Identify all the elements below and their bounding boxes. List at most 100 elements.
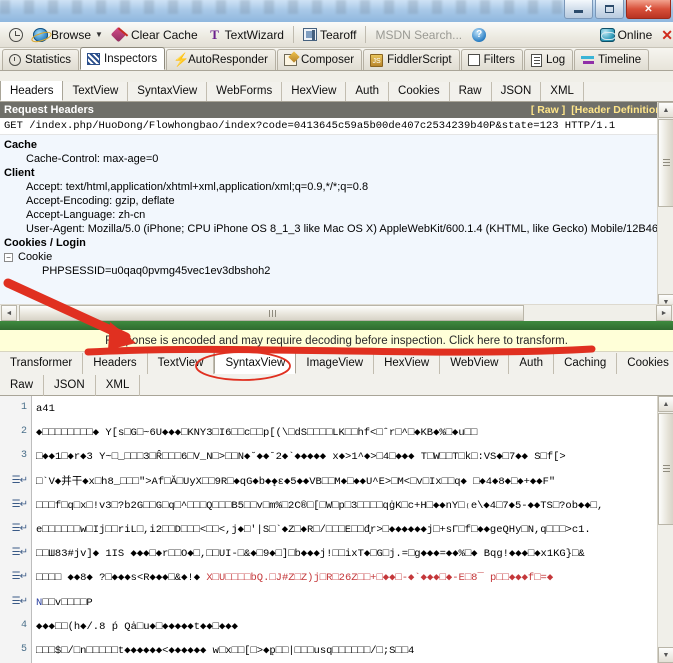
request-tab-auth[interactable]: Auth xyxy=(346,82,389,101)
tab-composer[interactable]: Composer xyxy=(277,49,362,70)
header-group-client: Client xyxy=(2,166,673,180)
panel-splitter[interactable] xyxy=(0,321,673,330)
close-button[interactable]: ✕ xyxy=(626,0,671,19)
tab-log[interactable]: Log xyxy=(524,49,573,70)
tab-fiddlerscript[interactable]: JS FiddlerScript xyxy=(363,49,460,70)
maximize-button[interactable] xyxy=(595,0,624,19)
inspectors-icon xyxy=(87,53,100,65)
composer-icon xyxy=(284,54,297,66)
syntax-view-code[interactable]: a41 ◆□□□□□□□□◆ Y[s□G□~6U◆◆◆□KNY3□I6□□c□□p… xyxy=(33,396,656,663)
scroll-thumb[interactable] xyxy=(658,119,673,207)
response-tab-hexview[interactable]: HexView xyxy=(374,353,440,374)
text-wizard-icon: T xyxy=(208,28,222,42)
syntax-view-line: ◆□□□□□□□□◆ Y[s□G□~6U◆◆◆□KNY3□I6□□c□□p[(\… xyxy=(33,421,656,445)
response-tab-raw[interactable]: Raw xyxy=(0,375,44,396)
request-tab-textview[interactable]: TextView xyxy=(63,82,128,101)
toolbar-stopwatch-button[interactable] xyxy=(4,24,28,46)
scroll-left-arrow-icon[interactable]: ◄ xyxy=(1,305,17,321)
scroll-right-arrow-icon[interactable]: ► xyxy=(656,305,672,321)
tab-inspectors-label: Inspectors xyxy=(104,53,157,65)
gutter-line-number: 5 xyxy=(0,638,31,662)
tab-inspectors[interactable]: Inspectors xyxy=(80,47,165,70)
request-tab-raw[interactable]: Raw xyxy=(450,82,492,101)
gutter-wrap-marker: ☰↵ xyxy=(0,493,31,517)
syntax-view-gutter: 123☰↵☰↵☰↵☰↵☰↵☰↵4567☰↵☰↵89 xyxy=(0,396,32,663)
decode-notice-bar[interactable]: Response is encoded and may require deco… xyxy=(0,330,673,352)
response-tab-headers[interactable]: Headers xyxy=(83,353,147,374)
toolbar-browse-button[interactable]: Browse ▼ xyxy=(28,24,108,46)
minimize-button[interactable] xyxy=(564,0,593,19)
toolbar-tearoff-label: Tearoff xyxy=(320,28,356,42)
request-tab-hexview[interactable]: HexView xyxy=(282,82,346,101)
tab-timeline[interactable]: Timeline xyxy=(574,49,649,70)
toolbar-tearoff-button[interactable]: Tearoff xyxy=(298,24,361,46)
syntax-scroll-down-arrow-icon[interactable]: ▼ xyxy=(658,647,673,663)
request-tab-xml[interactable]: XML xyxy=(541,82,584,101)
syntax-scroll-up-arrow-icon[interactable]: ▲ xyxy=(658,396,673,412)
tab-filters-label: Filters xyxy=(484,54,515,66)
toolbar-online-button[interactable]: Online xyxy=(595,24,658,46)
header-accept-language: Accept-Language: zh-cn xyxy=(2,208,673,222)
tab-autoresponder[interactable]: ⚡ AutoResponder xyxy=(166,49,276,70)
header-user-agent: User-Agent: Mozilla/5.0 (iPhone; CPU iPh… xyxy=(2,222,673,236)
request-tab-headers[interactable]: Headers xyxy=(0,81,63,101)
response-tab-webview[interactable]: WebView xyxy=(440,353,509,374)
response-tab-json[interactable]: JSON xyxy=(44,375,96,396)
syntax-view-panel[interactable]: 123☰↵☰↵☰↵☰↵☰↵☰↵4567☰↵☰↵89 a41◆□□□□□□□□◆ … xyxy=(0,396,673,663)
request-panel-vertical-scrollbar[interactable]: ▲ ▼ xyxy=(657,102,673,310)
tab-filters[interactable]: Filters xyxy=(461,49,523,70)
response-tab-cookies[interactable]: Cookies xyxy=(617,353,673,374)
toolbar-help-button[interactable]: ? xyxy=(467,24,491,46)
window-controls: ✕ xyxy=(564,0,671,20)
request-tab-syntaxview[interactable]: SyntaxView xyxy=(128,82,207,101)
collapse-expander-icon[interactable]: − xyxy=(4,253,13,262)
request-tab-cookies[interactable]: Cookies xyxy=(389,82,450,101)
response-tab-syntaxview[interactable]: SyntaxView xyxy=(214,352,296,374)
header-group-cache: Cache xyxy=(2,138,673,152)
window-title-bar: ✕ xyxy=(0,0,673,22)
fiddler-window: ✕ Browse ▼ Clear Cache T TextWizard Tear… xyxy=(0,0,673,663)
response-tab-xml[interactable]: XML xyxy=(96,375,141,396)
raw-link[interactable]: [ Raw ] xyxy=(531,104,565,116)
response-tab-auth[interactable]: Auth xyxy=(509,353,554,374)
tab-fiddlerscript-label: FiddlerScript xyxy=(387,54,452,66)
tab-statistics-label: Statistics xyxy=(25,54,71,66)
toolbar-close-icon[interactable]: ✕ xyxy=(661,28,673,42)
clear-cache-icon xyxy=(113,28,128,42)
tab-timeline-label: Timeline xyxy=(598,54,641,66)
response-tab-transformer[interactable]: Transformer xyxy=(0,353,83,374)
gutter-line-number: 2 xyxy=(0,420,31,444)
toolbar-separator-2 xyxy=(365,26,366,43)
stopwatch-icon xyxy=(9,54,21,66)
toolbar-textwizard-button[interactable]: T TextWizard xyxy=(203,24,289,46)
request-panel-horizontal-scrollbar[interactable]: ◄ ► xyxy=(0,304,673,321)
tab-autoresponder-label: AutoResponder xyxy=(188,54,268,66)
gutter-wrap-marker: ☰↵ xyxy=(0,541,31,565)
request-tab-json[interactable]: JSON xyxy=(492,82,542,101)
tab-statistics[interactable]: Statistics xyxy=(2,49,79,70)
tearoff-icon xyxy=(303,28,317,41)
syntax-view-line: e□□□□□□w□Ij□□riL□,i2□□D□□□<□□<,j◆□'|S□`◆… xyxy=(33,518,656,542)
request-line: GET /index.php/HuoDong/Flowhongbao/index… xyxy=(0,118,673,135)
header-cookie-node[interactable]: − Cookie xyxy=(2,250,673,264)
syntax-view-vertical-scrollbar[interactable]: ▲ ▼ xyxy=(657,396,673,663)
stopwatch-icon xyxy=(9,28,23,42)
response-tab-caching[interactable]: Caching xyxy=(554,353,617,374)
scroll-up-arrow-icon[interactable]: ▲ xyxy=(658,102,673,118)
syntax-scroll-thumb[interactable] xyxy=(658,413,673,525)
toolbar-clear-cache-label: Clear Cache xyxy=(131,28,198,42)
request-tab-webforms[interactable]: WebForms xyxy=(207,82,282,101)
chevron-down-icon[interactable]: ▼ xyxy=(95,30,103,39)
toolbar-msdn-search-field[interactable]: MSDN Search... xyxy=(370,24,467,46)
response-tab-textview[interactable]: TextView xyxy=(148,353,215,374)
syntax-view-line: □◆◆1□◆r◆3 Y~□_□□□3□R̂□□□6□V_N□>□□N◆˘◆◆ˉ2… xyxy=(33,445,656,469)
gutter-wrap-marker: ☰↵ xyxy=(0,517,31,541)
response-tab-imageview[interactable]: ImageView xyxy=(296,353,374,374)
toolbar-clear-cache-button[interactable]: Clear Cache xyxy=(108,24,203,46)
header-cookie-label: Cookie xyxy=(18,251,52,263)
request-headers-tree[interactable]: Cache Cache-Control: max-age=0 Client Ac… xyxy=(0,135,673,287)
h-scroll-thumb[interactable] xyxy=(19,305,524,321)
request-headers-title-bar: Request Headers [ Raw ] [Header Definiti… xyxy=(0,102,673,118)
request-headers-actions: [ Raw ] [Header Definitions] xyxy=(531,104,671,116)
toolbar-textwizard-label: TextWizard xyxy=(225,28,284,42)
